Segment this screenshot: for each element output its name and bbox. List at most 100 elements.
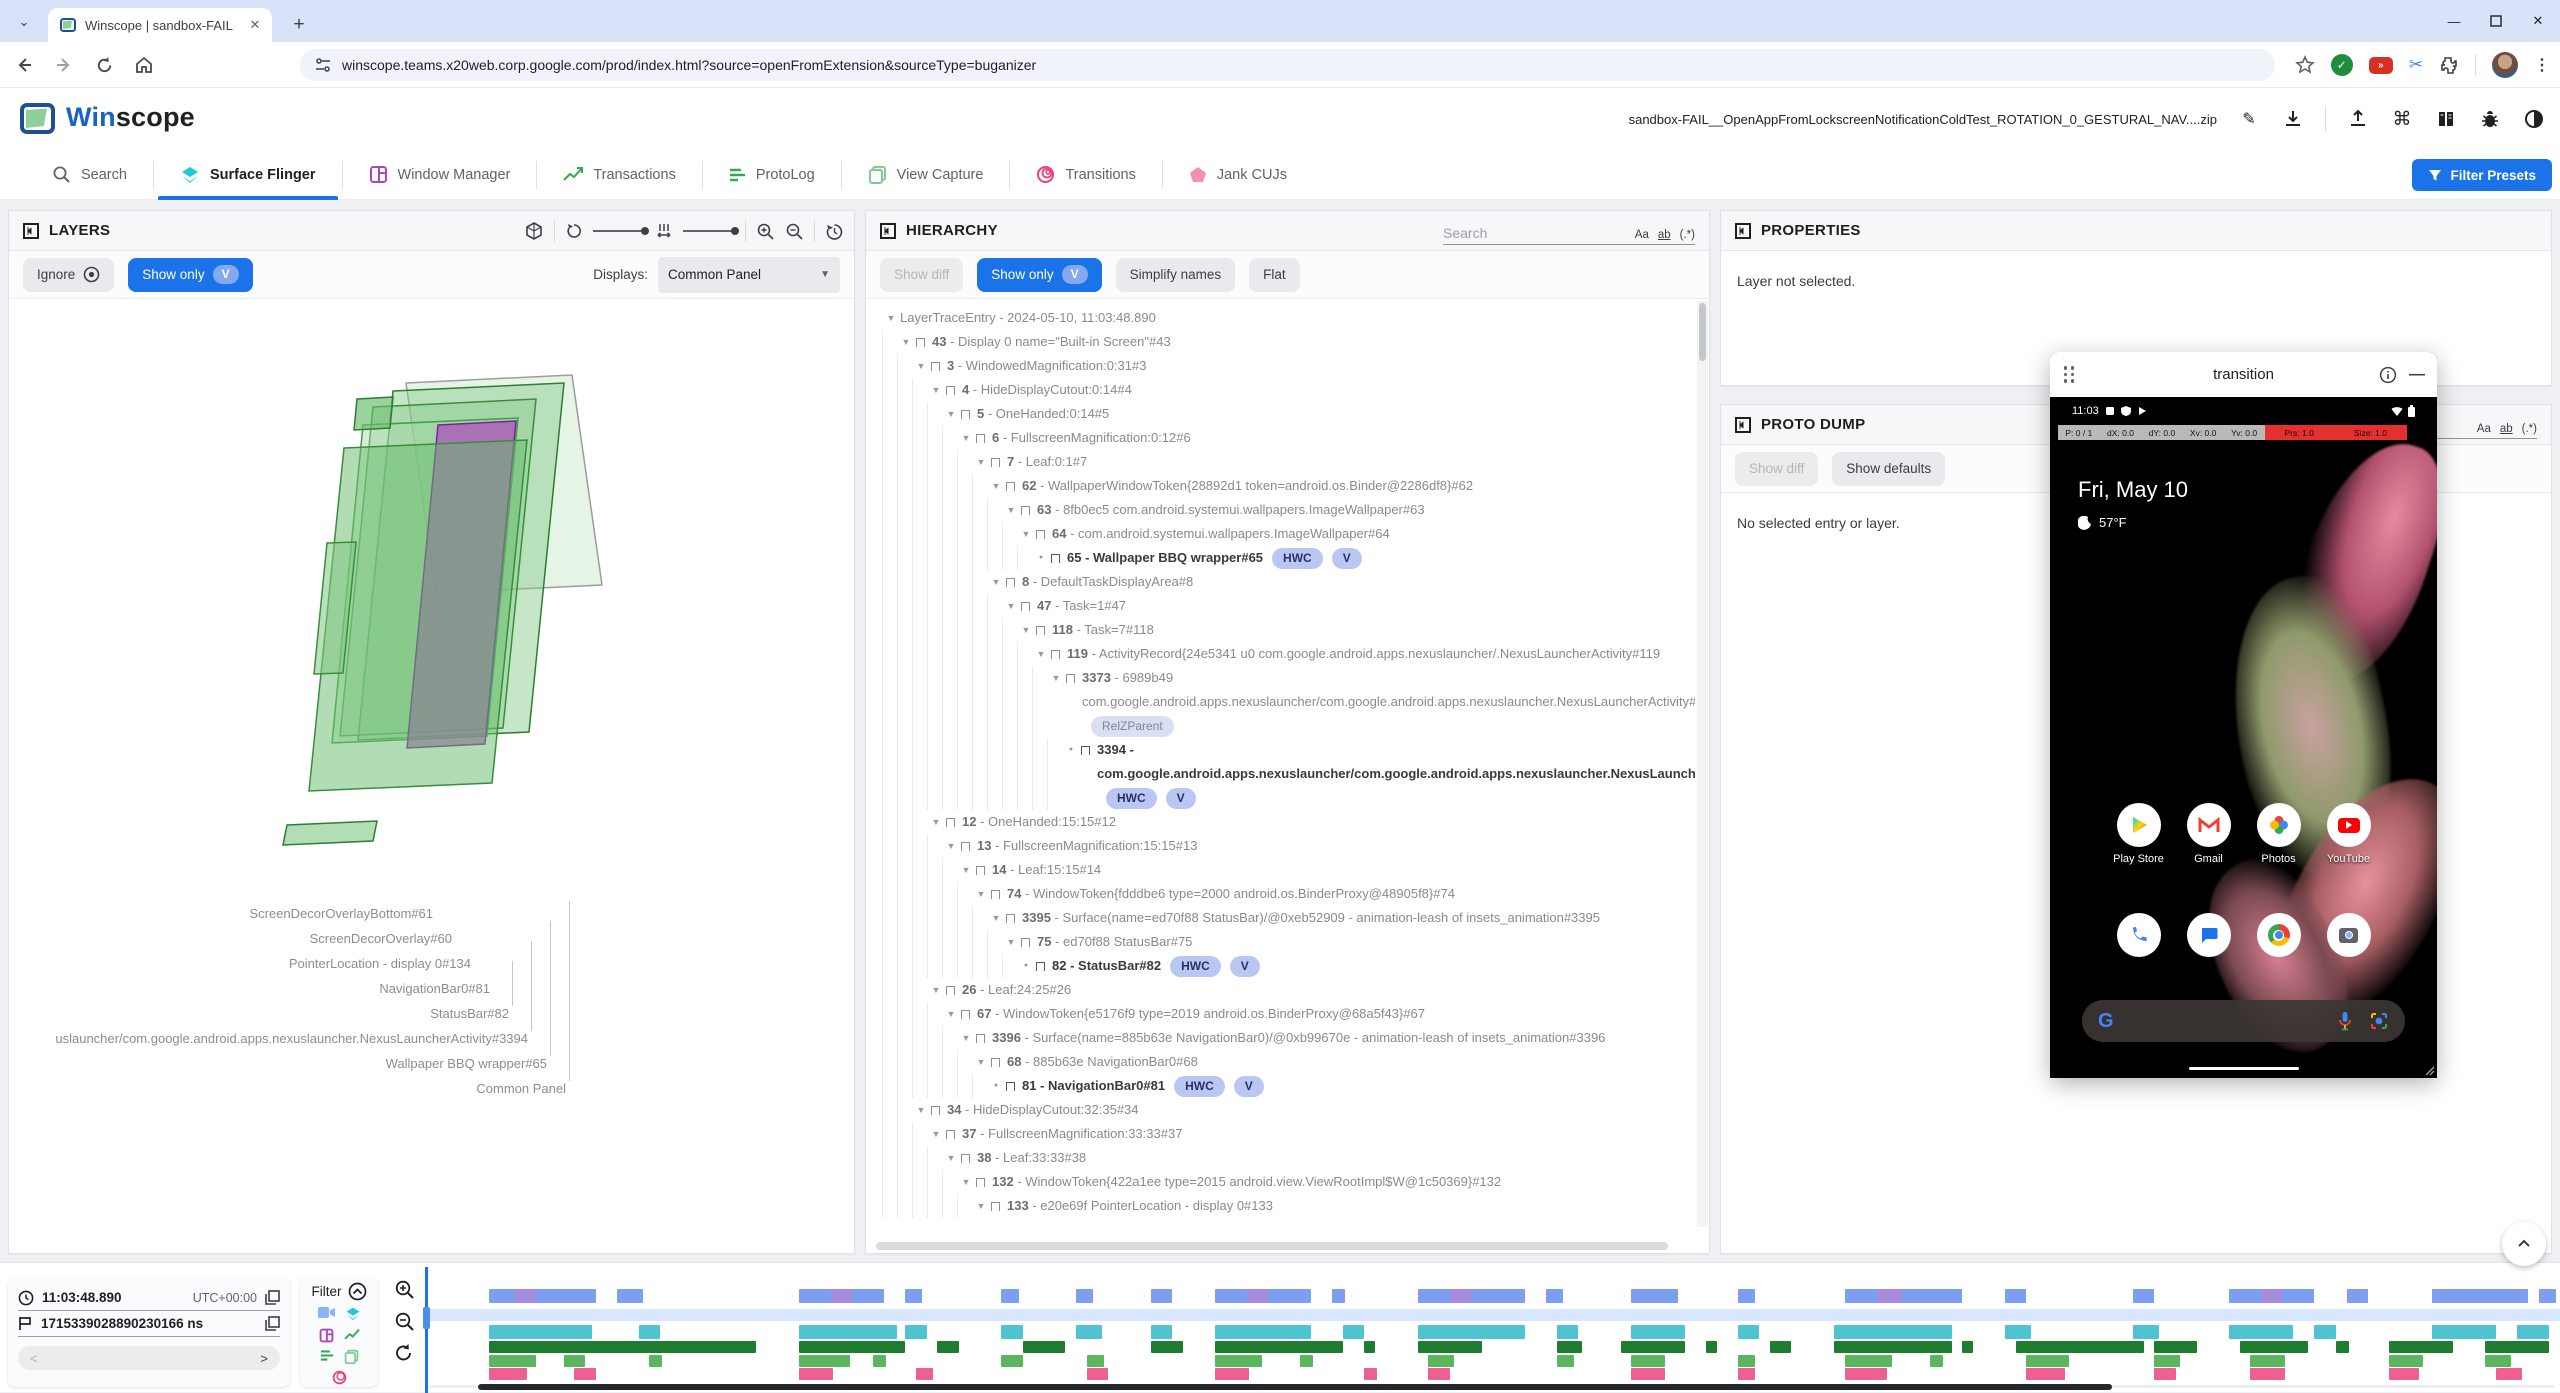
collapse-arrow-icon[interactable]: ▼ — [912, 1098, 930, 1122]
timeline-segment-surface-flinger[interactable] — [1001, 1325, 1022, 1339]
report-bug-icon[interactable] — [2478, 107, 2502, 131]
timeline-segment-transactions[interactable] — [1962, 1341, 1973, 1353]
collapse-arrow-icon[interactable]: ▼ — [987, 906, 1005, 930]
layer-label-5[interactable]: uslauncher/com.google.android.apps.nexus… — [55, 1031, 528, 1046]
simplify-names-button[interactable]: Simplify names — [1116, 258, 1236, 292]
timeline-segment-surface-flinger[interactable] — [2314, 1325, 2335, 1339]
timeline-segment-window-manager[interactable] — [2432, 1289, 2528, 1303]
horizontal-scrollbar[interactable] — [876, 1242, 1693, 1250]
show-defaults-button[interactable]: Show defaults — [1832, 452, 1945, 486]
timeline-track-area[interactable] — [425, 1263, 2560, 1393]
browser-tab[interactable]: Winscope | sandbox-FAIL ✕ — [48, 8, 272, 42]
app-icon-phone[interactable] — [2117, 913, 2161, 957]
collapse-arrow-icon[interactable]: ▼ — [957, 426, 975, 450]
timeline-segment-transactions[interactable] — [489, 1341, 756, 1353]
timeline-segment-surface-flinger[interactable] — [1418, 1325, 1525, 1339]
tree-node-118[interactable]: ▼118 - Task=7#118 — [882, 618, 1695, 642]
tree-node-47[interactable]: ▼47 - Task=1#47 — [882, 594, 1695, 618]
bookmark-star-icon[interactable] — [2295, 55, 2315, 75]
timeline-cursor[interactable] — [425, 1267, 428, 1393]
tree-node-5[interactable]: ▼5 - OneHanded:0:14#5 — [882, 402, 1695, 426]
timeline-segment-surface-flinger[interactable] — [1151, 1325, 1172, 1339]
copy-icon[interactable] — [265, 1290, 280, 1305]
collapse-arrow-icon[interactable]: ▼ — [972, 450, 990, 474]
timeline-segment-view-capture[interactable] — [2261, 1289, 2282, 1303]
copy-icon[interactable] — [265, 1316, 280, 1331]
collapse-arrow-icon[interactable]: ▼ — [1047, 666, 1065, 690]
tree-node-4[interactable]: ▼4 - HideDisplayCutout:0:14#4 — [882, 378, 1695, 402]
timeline-segment-transactions[interactable] — [1151, 1341, 1183, 1353]
timeline-segment-transactions[interactable] — [1706, 1341, 1717, 1353]
timeline-segment-transitions[interactable] — [2389, 1368, 2419, 1380]
tree-node-12[interactable]: ▼12 - OneHanded:15:15#12 — [882, 810, 1695, 834]
collapse-arrow-icon[interactable]: ▼ — [1017, 618, 1035, 642]
collapse-arrow-icon[interactable]: ▼ — [942, 402, 960, 426]
window-close-icon[interactable]: ✕ — [2524, 7, 2552, 35]
timeline-segment-transitions[interactable] — [1087, 1368, 1108, 1380]
lens-icon[interactable] — [2369, 1011, 2389, 1031]
timeline-segment-surface-flinger[interactable] — [2133, 1325, 2159, 1339]
extension-status-icon[interactable]: ✓ — [2331, 54, 2353, 76]
layer-label-1[interactable]: ScreenDecorOverlay#60 — [310, 931, 452, 946]
timeline-segment-window-manager[interactable] — [2005, 1289, 2026, 1303]
timeline-segment-surface-flinger[interactable] — [2229, 1325, 2293, 1339]
view-capture-icon[interactable] — [344, 1349, 359, 1364]
tree-node-133[interactable]: ▼133 - e20e69f PointerLocation - display… — [882, 1194, 1695, 1218]
collapse-arrow-icon[interactable]: ▼ — [927, 1122, 945, 1146]
download-icon[interactable] — [2281, 107, 2305, 131]
timeline-segment-view-capture[interactable] — [1877, 1289, 1903, 1303]
regex-icon[interactable]: (.*) — [2522, 423, 2537, 435]
timeline-segment-transitions[interactable] — [1215, 1368, 1249, 1380]
collapse-arrow-icon[interactable]: ▼ — [1002, 930, 1020, 954]
timeline-segment-transitions[interactable] — [2496, 1368, 2522, 1380]
prev-entry-button[interactable]: < — [30, 1351, 38, 1366]
tree-node-8[interactable]: ▼8 - DefaultTaskDisplayArea#8 — [882, 570, 1695, 594]
timeline-segment-protolog[interactable] — [799, 1355, 850, 1367]
match-case-icon[interactable]: Aa — [1635, 229, 1649, 241]
timeline-segment-window-manager[interactable] — [1332, 1289, 1345, 1303]
timeline-segment-protolog[interactable] — [1300, 1355, 1313, 1367]
timeline-segment-transitions[interactable] — [1364, 1368, 1377, 1380]
tree-node-6[interactable]: ▼6 - FullscreenMagnification:0:12#6 — [882, 426, 1695, 450]
hierarchy-search-field[interactable]: Search Aa ab (.*) — [1443, 219, 1695, 245]
timeline-segment-surface-flinger[interactable] — [1738, 1325, 1759, 1339]
timeline-segment-window-manager[interactable] — [1076, 1289, 1093, 1303]
collapse-arrow-icon[interactable]: ▼ — [912, 354, 930, 378]
app-icon-camera[interactable] — [2327, 913, 2371, 957]
timeline-segment-window-manager[interactable] — [2347, 1289, 2368, 1303]
timeline-segment-protolog[interactable] — [2389, 1355, 2423, 1367]
tree-node-38[interactable]: ▼38 - Leaf:33:33#38 — [882, 1146, 1695, 1170]
tab-search-chevron-icon[interactable]: ⌄ — [12, 10, 36, 34]
home-icon[interactable] — [130, 51, 158, 79]
flat-button[interactable]: Flat — [1249, 258, 1300, 292]
filter-presets-button[interactable]: Filter Presets — [2412, 159, 2552, 191]
timeline-segment-protolog[interactable] — [489, 1355, 536, 1367]
collapse-arrow-icon[interactable]: ▼ — [927, 378, 945, 402]
tree-node-13[interactable]: ▼13 - FullscreenMagnification:15:15#13 — [882, 834, 1695, 858]
timeline-segment-protolog[interactable] — [2250, 1355, 2284, 1367]
tree-node-7[interactable]: ▼7 - Leaf:0:1#7 — [882, 450, 1695, 474]
timeline-segment-transactions[interactable] — [937, 1341, 958, 1353]
timeline-selection-band[interactable] — [425, 1309, 2560, 1321]
edit-pencil-icon[interactable]: ✎ — [2237, 107, 2261, 131]
timeline-segment-transactions[interactable] — [1770, 1341, 1791, 1353]
tab-transactions[interactable]: Transactions — [537, 150, 701, 200]
tree-node-3394[interactable]: ●3394 - com.google.android.apps.nexuslau… — [882, 738, 1695, 810]
regex-icon[interactable]: (.*) — [1680, 229, 1695, 241]
window-maximize-icon[interactable] — [2482, 7, 2510, 35]
collapse-arrow-icon[interactable]: ▼ — [882, 306, 900, 330]
surface-flinger-icon[interactable] — [345, 1306, 361, 1322]
tree-node-43[interactable]: ▼43 - Display 0 name="Built-in Screen"#4… — [882, 330, 1695, 354]
tab-window-manager[interactable]: Window Manager — [343, 150, 537, 200]
app-icon-messages[interactable] — [2187, 913, 2231, 957]
timeline-segment-transitions[interactable] — [916, 1368, 933, 1380]
collapse-arrow-icon[interactable]: ▼ — [972, 1194, 990, 1218]
extension-video-icon[interactable]: » — [2369, 57, 2393, 74]
timeline-segment-transitions[interactable] — [799, 1368, 833, 1380]
timeline-segment-window-manager[interactable] — [1631, 1289, 1678, 1303]
proto-show-diff-button[interactable]: Show diff — [1735, 452, 1818, 486]
layer-label-3[interactable]: NavigationBar0#81 — [379, 981, 490, 996]
upload-icon[interactable] — [2346, 107, 2370, 131]
tree-node-62[interactable]: ▼62 - WallpaperWindowToken{28892d1 token… — [882, 474, 1695, 498]
collapse-arrow-icon[interactable]: ▼ — [972, 882, 990, 906]
